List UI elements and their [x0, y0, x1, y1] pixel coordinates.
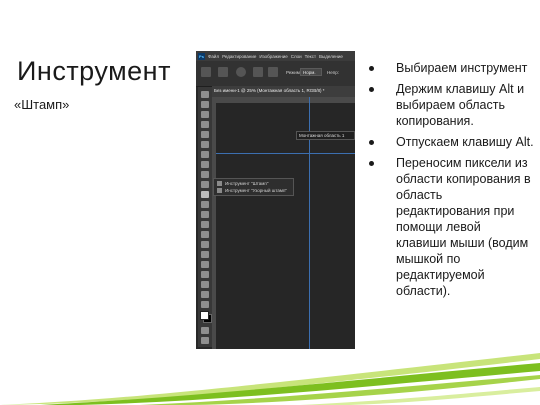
- clone-source-icon[interactable]: [268, 67, 278, 77]
- ps-options-bar: Режим: Норм. Непр:: [196, 61, 355, 87]
- list-item-text: Выбираем инструмент: [396, 61, 528, 75]
- healing-brush-tool-icon[interactable]: [201, 171, 209, 178]
- move-tool-icon[interactable]: [201, 91, 209, 98]
- lasso-tool-icon[interactable]: [201, 121, 209, 128]
- menu-edit[interactable]: Редактирование: [222, 54, 256, 59]
- bullet-icon: [369, 161, 374, 166]
- gradient-tool-icon[interactable]: [201, 221, 209, 228]
- type-tool-icon[interactable]: [201, 261, 209, 268]
- mode-select[interactable]: Норм.: [300, 68, 322, 76]
- stamp-tool-flyout-menu: Инструмент "Штамп" Инструмент "Узорный ш…: [213, 178, 294, 196]
- photoshop-screenshot: Ps Файл Редактирование Изображение Слои …: [196, 51, 355, 349]
- artboard-label: Монтажная область 1: [296, 131, 355, 140]
- list-item: Переносим пиксели из области копирования…: [369, 155, 534, 299]
- document-tab-label: Без имени-1 @ 25% (Монтажная область 1, …: [214, 88, 325, 93]
- menu-file[interactable]: Файл: [208, 54, 219, 59]
- artboard-tool-icon[interactable]: [201, 101, 209, 108]
- bullet-icon: [369, 66, 374, 71]
- slide-title: Инструмент: [17, 56, 171, 86]
- list-item: Отпускаем клавишу Alt.: [369, 134, 534, 150]
- list-item-text: Держим клавишу Alt и выбираем область ко…: [396, 82, 525, 128]
- dodge-tool-icon[interactable]: [201, 241, 209, 248]
- list-item-text: Отпускаем клавишу Alt.: [396, 135, 534, 149]
- guide-horizontal[interactable]: [216, 153, 355, 154]
- document-tab[interactable]: Без имени-1 @ 25% (Монтажная область 1, …: [212, 86, 355, 97]
- list-item: Выбираем инструмент: [369, 60, 534, 76]
- pen-tool-icon[interactable]: [201, 251, 209, 258]
- green-swoosh-decoration: [0, 353, 540, 405]
- flyout-item-label: Инструмент "Узорный штамп": [225, 188, 288, 193]
- bullet-icon: [369, 87, 374, 92]
- zoom-tool-icon[interactable]: [201, 301, 209, 308]
- ps-menu-bar: Ps Файл Редактирование Изображение Слои …: [196, 51, 355, 61]
- marquee-tool-icon[interactable]: [201, 111, 209, 118]
- ps-toolbar: [198, 87, 212, 347]
- flyout-item-clone-stamp[interactable]: Инструмент "Штамп": [217, 180, 268, 187]
- menu-type[interactable]: Текст: [305, 54, 316, 59]
- bullet-icon: [369, 140, 374, 145]
- list-item: Держим клавишу Alt и выбираем область ко…: [369, 81, 534, 129]
- flyout-item-label: Инструмент "Штамп": [225, 181, 269, 186]
- clone-stamp-tool-icon[interactable]: [201, 191, 209, 198]
- flyout-item-pattern-stamp[interactable]: Инструмент "Узорный штамп": [217, 187, 287, 194]
- mode-label: Режим:: [286, 70, 302, 75]
- list-item-text: Переносим пиксели из области копирования…: [396, 156, 531, 298]
- menu-layers[interactable]: Слои: [291, 54, 302, 59]
- brush-tool-icon[interactable]: [201, 181, 209, 188]
- menu-select[interactable]: Выделение: [319, 54, 343, 59]
- menu-image[interactable]: Изображение: [259, 54, 287, 59]
- stamp-icon: [217, 181, 222, 187]
- quick-mask-icon[interactable]: [201, 327, 209, 334]
- history-brush-tool-icon[interactable]: [201, 201, 209, 208]
- ps-logo-icon: Ps: [198, 52, 205, 60]
- quick-select-tool-icon[interactable]: [201, 131, 209, 138]
- screen-mode-icon[interactable]: [201, 337, 209, 344]
- eraser-tool-icon[interactable]: [201, 211, 209, 218]
- eyedropper-tool-icon[interactable]: [201, 161, 209, 168]
- opacity-label: Непр:: [327, 70, 339, 75]
- crop-tool-icon[interactable]: [201, 141, 209, 148]
- frame-tool-icon[interactable]: [201, 151, 209, 158]
- slide-subtitle: «Штамп»: [14, 97, 70, 112]
- shape-tool-icon[interactable]: [201, 281, 209, 288]
- hand-tool-icon[interactable]: [201, 291, 209, 298]
- brush-size-icon[interactable]: [236, 67, 246, 77]
- foreground-color-swatch[interactable]: [200, 311, 209, 320]
- brush-panel-icon[interactable]: [253, 67, 263, 77]
- stamp-tool-preset-icon[interactable]: [218, 67, 228, 77]
- path-select-tool-icon[interactable]: [201, 271, 209, 278]
- home-icon[interactable]: [201, 67, 211, 77]
- pattern-stamp-icon: [217, 188, 222, 194]
- blur-tool-icon[interactable]: [201, 231, 209, 238]
- instruction-list: Выбираем инструмент Держим клавишу Alt и…: [369, 60, 534, 304]
